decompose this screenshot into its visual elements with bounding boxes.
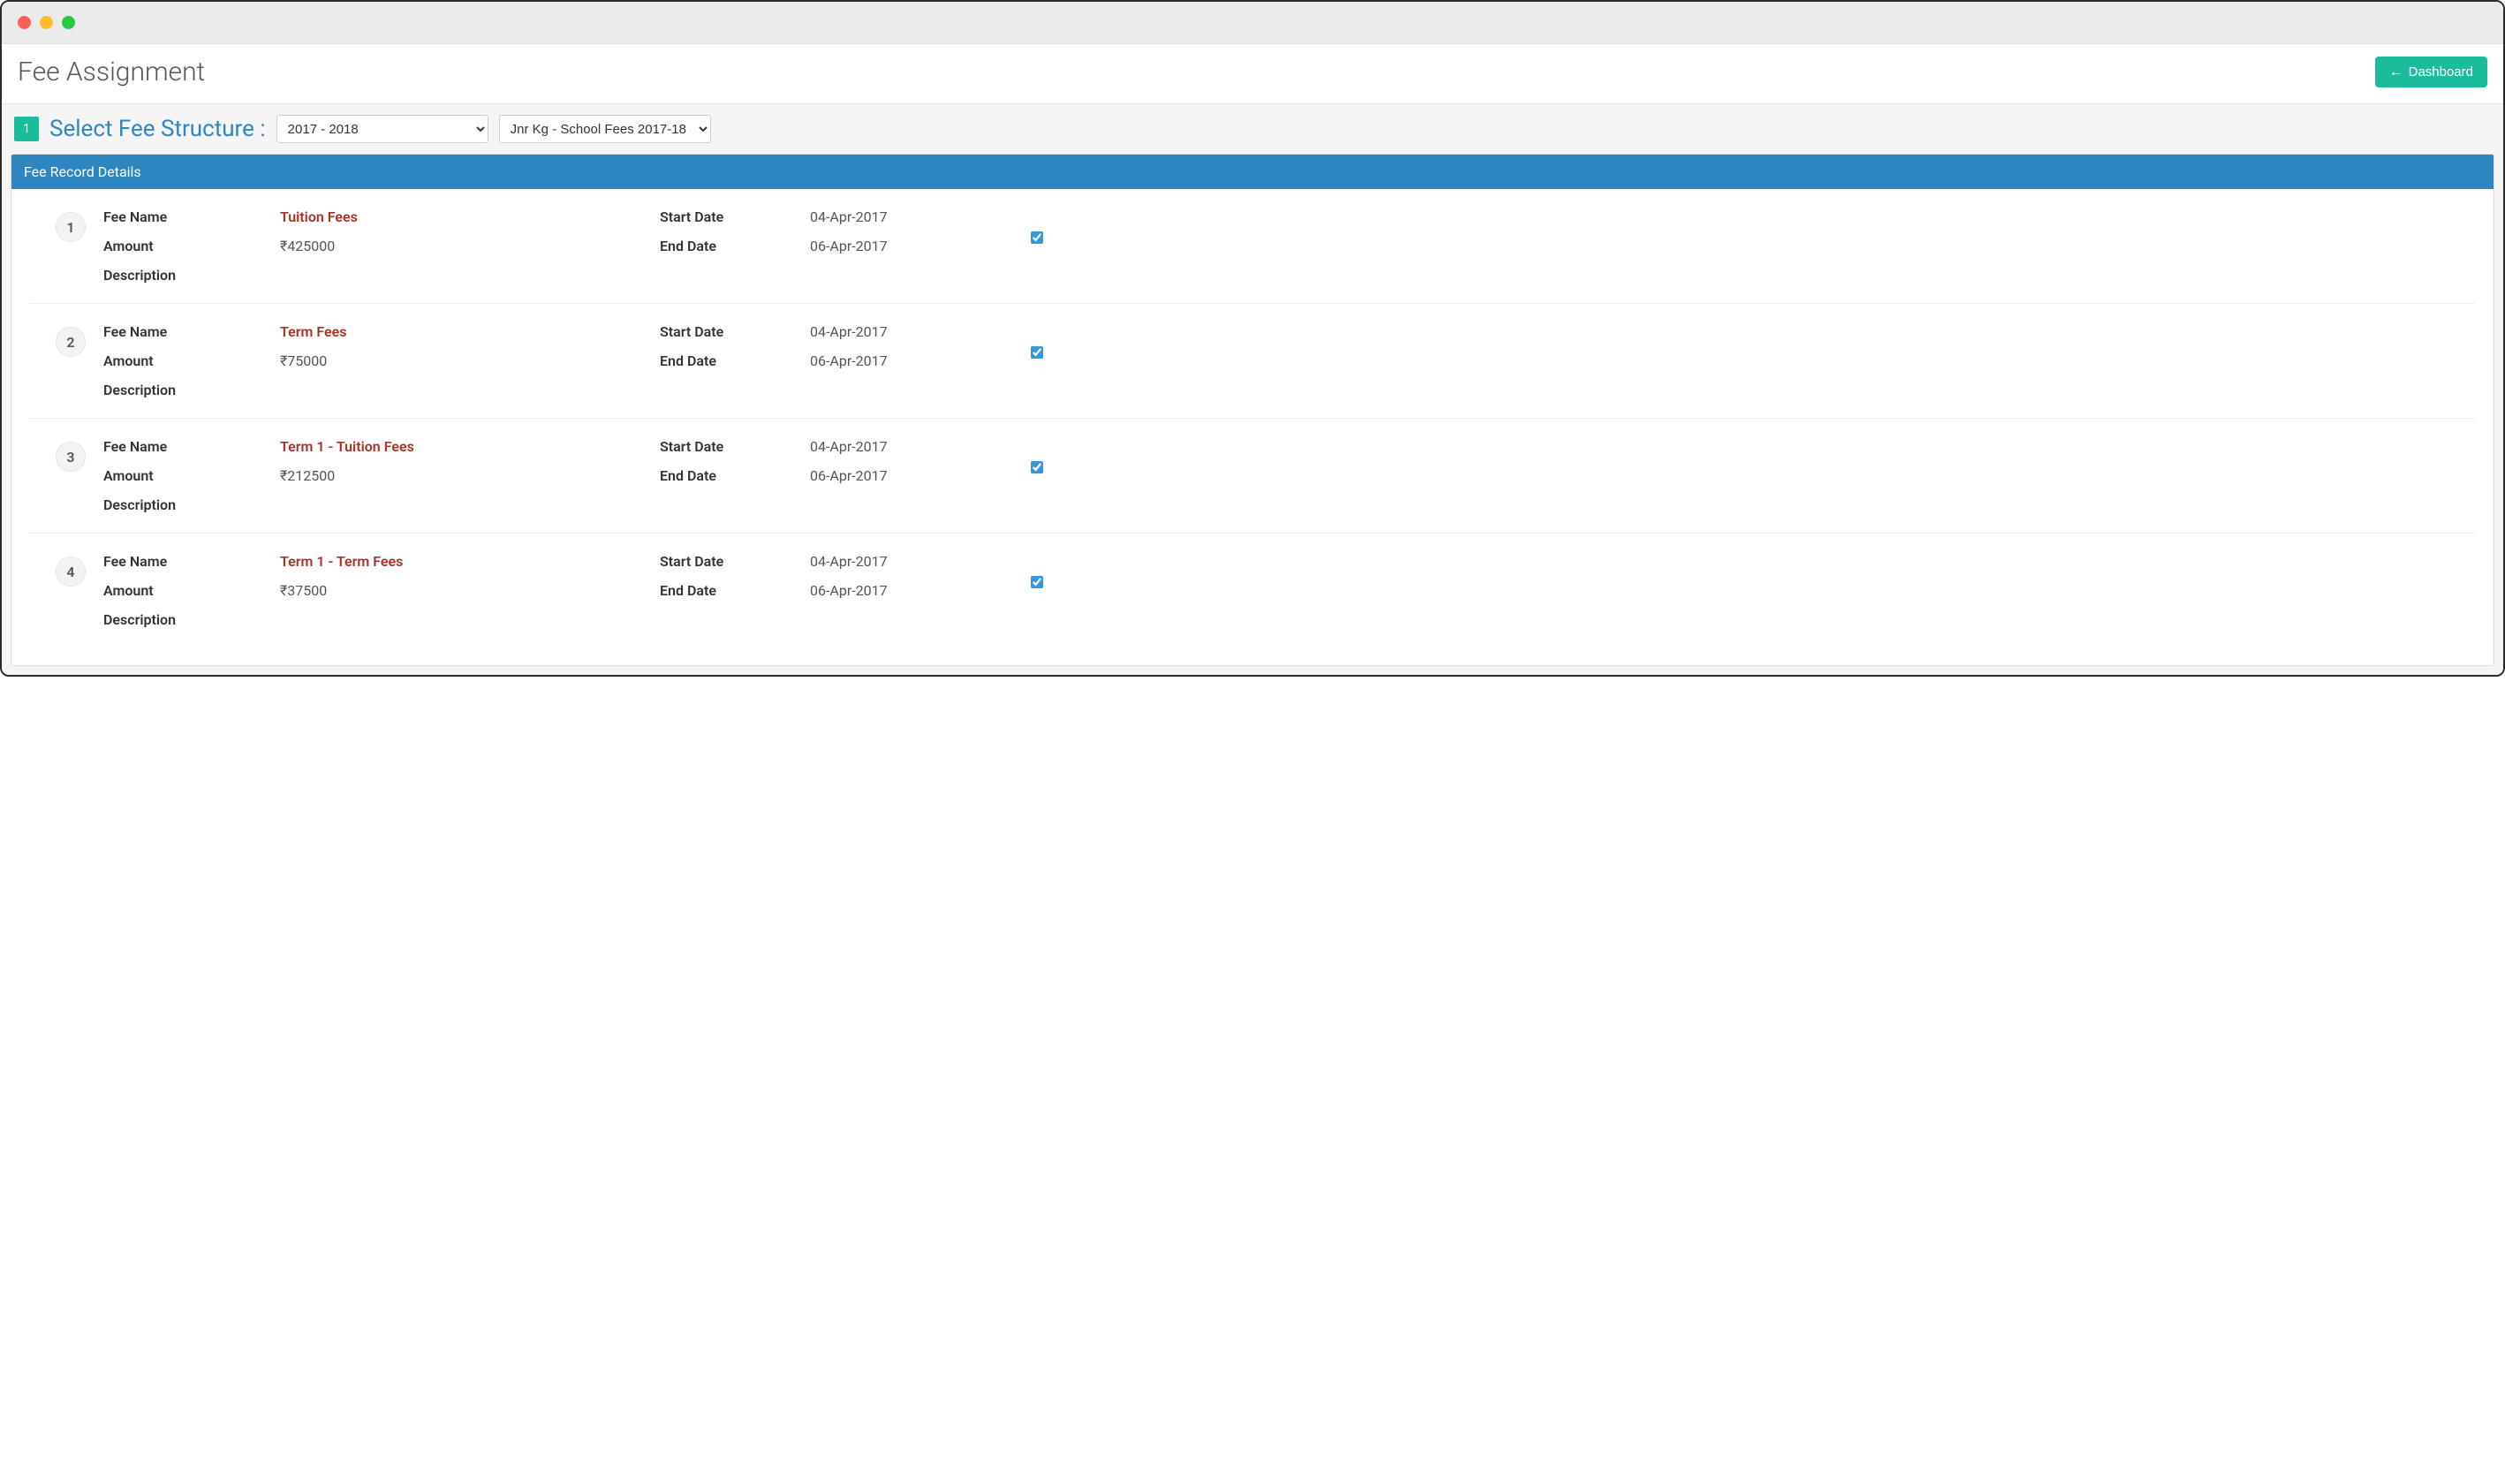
fee-record-panel: Fee Record Details 1 Fee Name Amount Des… xyxy=(11,154,2494,666)
fee-record-row: 2 Fee Name Amount Description Term Fees … xyxy=(29,304,2476,419)
start-date-label: Start Date xyxy=(660,323,801,340)
window-controls xyxy=(18,16,75,29)
end-date-label: End Date xyxy=(660,238,801,254)
fee-record-row: 1 Fee Name Amount Description Tuition Fe… xyxy=(29,189,2476,304)
amount-value: ₹425000 xyxy=(280,238,651,254)
col-values-left: Term 1 - Term Fees ₹37500 xyxy=(280,553,651,611)
row-number-badge: 1 xyxy=(56,212,86,242)
start-date-value: 04-Apr-2017 xyxy=(810,323,1022,340)
amount-value: ₹212500 xyxy=(280,467,651,484)
start-date-value: 04-Apr-2017 xyxy=(810,438,1022,455)
fee-name-value: Term 1 - Tuition Fees xyxy=(280,438,651,455)
end-date-label: End Date xyxy=(660,467,801,484)
row-number-badge: 3 xyxy=(56,442,86,472)
fee-name-label: Fee Name xyxy=(103,438,271,455)
fee-name-value: Term 1 - Term Fees xyxy=(280,553,651,570)
col-values-right: 04-Apr-2017 06-Apr-2017 xyxy=(810,323,1022,369)
end-date-value: 06-Apr-2017 xyxy=(810,467,1022,484)
col-check xyxy=(1031,553,1043,588)
amount-label: Amount xyxy=(103,582,271,599)
close-icon[interactable] xyxy=(18,16,31,29)
col-check xyxy=(1031,438,1043,473)
amount-value: ₹37500 xyxy=(280,582,651,599)
start-date-value: 04-Apr-2017 xyxy=(810,553,1022,570)
start-date-value: 04-Apr-2017 xyxy=(810,208,1022,225)
fee-record-row: 4 Fee Name Amount Description Term 1 - T… xyxy=(29,534,2476,647)
fee-name-label: Fee Name xyxy=(103,208,271,225)
select-row-checkbox[interactable] xyxy=(1031,346,1043,359)
col-labels-right: Start Date End Date xyxy=(660,438,801,484)
panel-body: 1 Fee Name Amount Description Tuition Fe… xyxy=(11,189,2494,665)
end-date-value: 06-Apr-2017 xyxy=(810,582,1022,599)
select-row-checkbox[interactable] xyxy=(1031,461,1043,473)
col-values-right: 04-Apr-2017 06-Apr-2017 xyxy=(810,438,1022,484)
fee-record-row: 3 Fee Name Amount Description Term 1 - T… xyxy=(29,419,2476,534)
fee-structure-select[interactable]: Jnr Kg - School Fees 2017-18 xyxy=(499,115,711,143)
panel-title: Fee Record Details xyxy=(11,155,2494,189)
amount-label: Amount xyxy=(103,467,271,484)
start-date-label: Start Date xyxy=(660,438,801,455)
row-number-badge: 4 xyxy=(56,556,86,587)
row-number-badge: 2 xyxy=(56,327,86,357)
end-date-value: 06-Apr-2017 xyxy=(810,238,1022,254)
description-label: Description xyxy=(103,611,271,628)
arrow-left-icon: ← xyxy=(2389,65,2403,80)
page-header: Fee Assignment ← Dashboard xyxy=(2,44,2503,103)
window-titlebar xyxy=(2,2,2503,44)
dashboard-button[interactable]: ← Dashboard xyxy=(2375,57,2487,87)
amount-label: Amount xyxy=(103,238,271,254)
end-date-label: End Date xyxy=(660,582,801,599)
fee-name-label: Fee Name xyxy=(103,323,271,340)
fee-name-label: Fee Name xyxy=(103,553,271,570)
col-labels-right: Start Date End Date xyxy=(660,208,801,254)
app-window: Fee Assignment ← Dashboard 1 Select Fee … xyxy=(0,0,2505,677)
select-row-checkbox[interactable] xyxy=(1031,576,1043,588)
fee-name-value: Term Fees xyxy=(280,323,651,340)
col-labels-left: Fee Name Amount Description xyxy=(103,438,271,513)
fee-name-value: Tuition Fees xyxy=(280,208,651,225)
end-date-value: 06-Apr-2017 xyxy=(810,352,1022,369)
col-values-left: Term 1 - Tuition Fees ₹212500 xyxy=(280,438,651,496)
page-title: Fee Assignment xyxy=(18,57,205,87)
description-label: Description xyxy=(103,382,271,398)
start-date-label: Start Date xyxy=(660,208,801,225)
dashboard-button-label: Dashboard xyxy=(2409,64,2473,80)
step-select-structure: 1 Select Fee Structure : 2017 - 2018 Jnr… xyxy=(11,104,2494,154)
col-check xyxy=(1031,323,1043,359)
amount-value: ₹75000 xyxy=(280,352,651,369)
maximize-icon[interactable] xyxy=(62,16,75,29)
col-labels-left: Fee Name Amount Description xyxy=(103,208,271,284)
amount-label: Amount xyxy=(103,352,271,369)
year-select[interactable]: 2017 - 2018 xyxy=(276,115,488,143)
minimize-icon[interactable] xyxy=(40,16,53,29)
col-values-right: 04-Apr-2017 06-Apr-2017 xyxy=(810,208,1022,254)
col-labels-left: Fee Name Amount Description xyxy=(103,323,271,398)
col-labels-right: Start Date End Date xyxy=(660,553,801,599)
col-values-left: Tuition Fees ₹425000 xyxy=(280,208,651,267)
col-labels-left: Fee Name Amount Description xyxy=(103,553,271,628)
start-date-label: Start Date xyxy=(660,553,801,570)
end-date-label: End Date xyxy=(660,352,801,369)
col-values-right: 04-Apr-2017 06-Apr-2017 xyxy=(810,553,1022,599)
col-check xyxy=(1031,208,1043,244)
step-number-badge: 1 xyxy=(14,117,39,141)
description-label: Description xyxy=(103,267,271,284)
step-label: Select Fee Structure : xyxy=(49,116,266,142)
content-area: 1 Select Fee Structure : 2017 - 2018 Jnr… xyxy=(2,103,2503,675)
description-label: Description xyxy=(103,496,271,513)
select-row-checkbox[interactable] xyxy=(1031,231,1043,244)
col-labels-right: Start Date End Date xyxy=(660,323,801,369)
col-values-left: Term Fees ₹75000 xyxy=(280,323,651,382)
